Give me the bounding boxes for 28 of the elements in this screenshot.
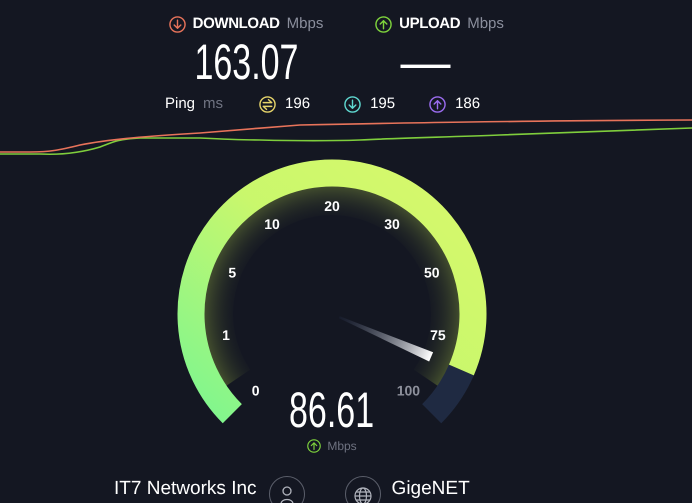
gauge-tick-label: 1 xyxy=(222,326,230,343)
download-value: 163.07 xyxy=(194,36,298,86)
gauge-tick-label: 0 xyxy=(252,382,260,398)
ping-value: 186 xyxy=(455,94,480,114)
jitter-arrows-icon xyxy=(259,96,276,113)
gauge-tick-label: 75 xyxy=(430,326,446,343)
gauge-tick-label: 5 xyxy=(228,264,236,280)
provider-name: IT7 Networks Inc xyxy=(114,476,257,500)
gauge-track xyxy=(422,364,474,422)
download-label: DOWNLOAD xyxy=(192,14,280,34)
gauge-tick-label: 10 xyxy=(264,216,280,232)
gauge-tick-label: 100 xyxy=(396,382,420,398)
speed-reading: 86.61 xyxy=(289,384,375,434)
upload-value: — xyxy=(400,36,452,86)
ping-value: 195 xyxy=(370,94,396,114)
provider-icon[interactable] xyxy=(268,476,305,503)
download-unit: Mbps xyxy=(286,14,324,34)
gauge-tick-label: 30 xyxy=(384,216,400,232)
upload-unit: Mbps xyxy=(467,14,504,34)
ping-value: 196 xyxy=(285,94,310,114)
upload-label: UPLOAD xyxy=(399,14,460,34)
speed-unit: Mbps xyxy=(327,438,357,454)
gauge-tick-label: 50 xyxy=(424,264,440,280)
globe-icon[interactable] xyxy=(344,476,381,503)
ping-unit: ms xyxy=(203,94,224,114)
ping-label: Ping xyxy=(165,94,196,114)
gauge-tick-label: 20 xyxy=(324,198,340,214)
host-name: GigeNET xyxy=(392,476,470,500)
